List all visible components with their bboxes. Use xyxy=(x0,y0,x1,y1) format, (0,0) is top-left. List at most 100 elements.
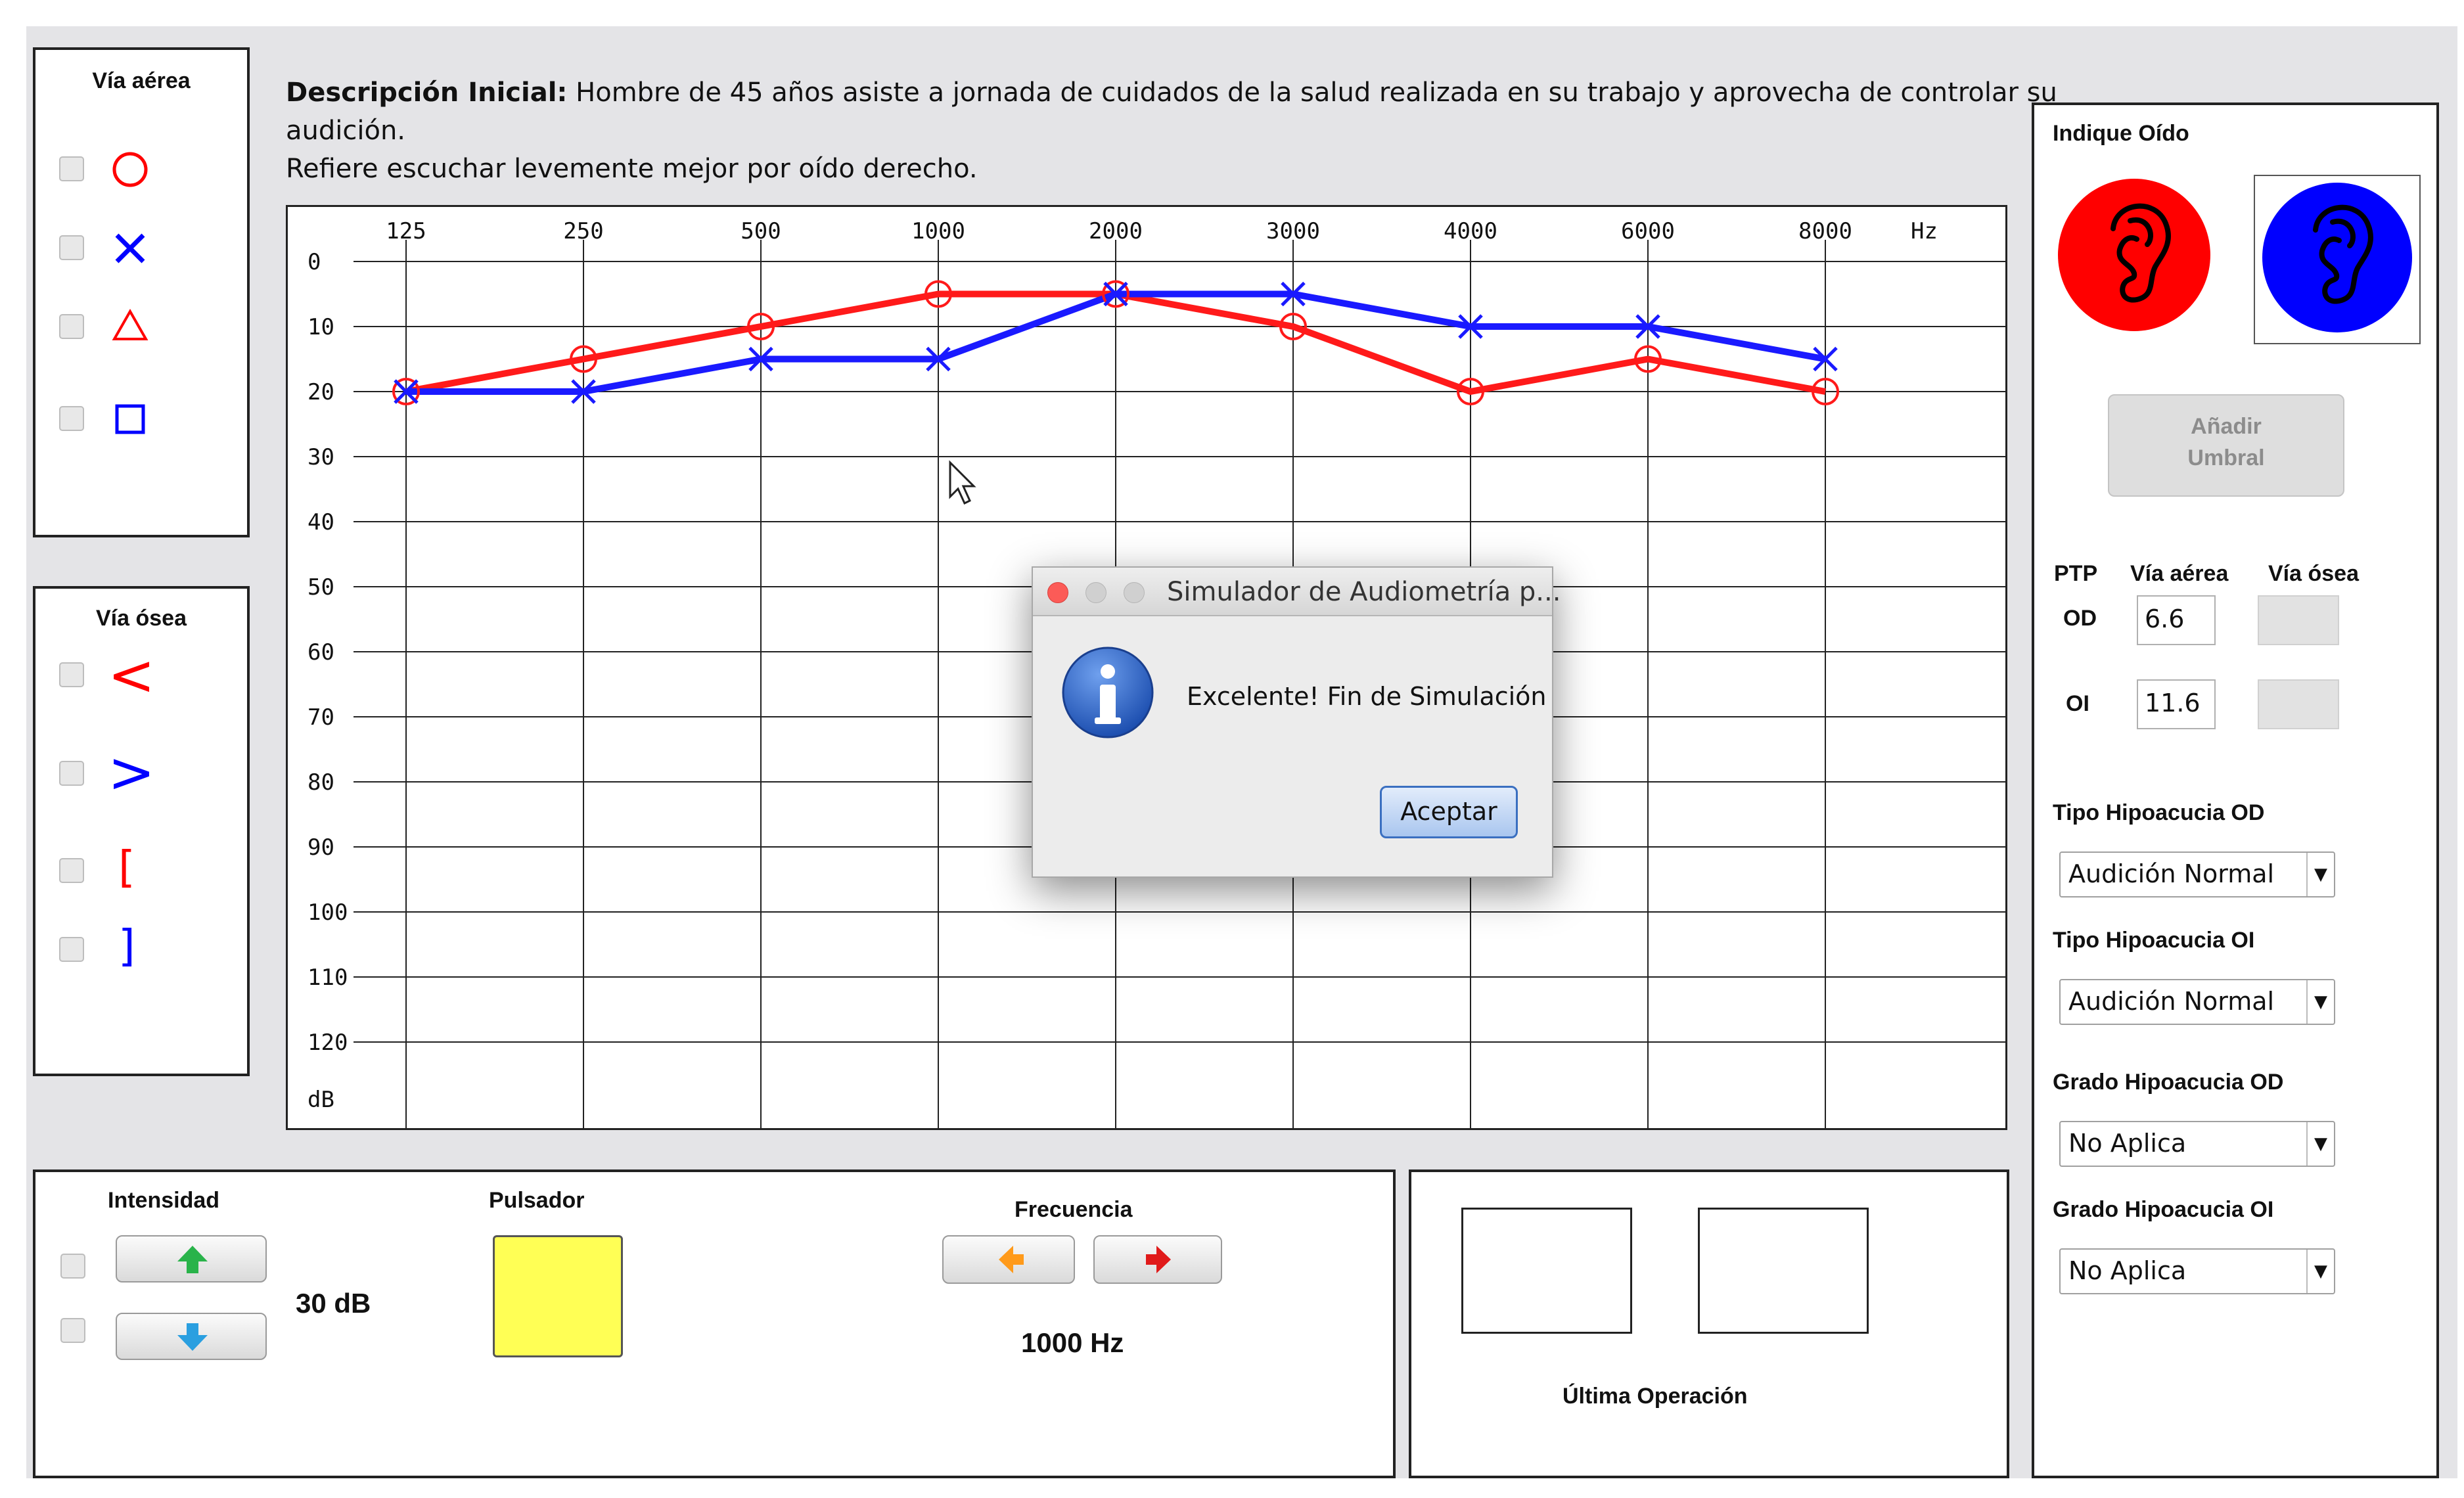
od-via-osea-field[interactable] xyxy=(2258,595,2339,645)
arrow-left-icon xyxy=(999,1246,1024,1273)
chevron-down-icon: ▼ xyxy=(2306,853,2334,896)
od-label: OD xyxy=(2063,606,2097,631)
via-aerea-title: Vía aérea xyxy=(92,68,191,93)
triangle-symbol-icon xyxy=(112,308,148,340)
x-symbol-icon xyxy=(115,233,145,263)
tipo-od-value: Audición Normal xyxy=(2068,859,2275,888)
frequency-value: 1000 Hz xyxy=(1021,1327,1124,1358)
freq-tick-label: 3000 xyxy=(1266,218,1320,244)
db-tick-label: 30 xyxy=(308,444,334,470)
last-op-box-1 xyxy=(1461,1208,1632,1334)
intensity-checkbox-up[interactable] xyxy=(60,1254,85,1279)
freq-tick-label: 125 xyxy=(386,218,426,244)
checkbox-x[interactable] xyxy=(59,235,84,260)
db-tick-label: 60 xyxy=(308,639,334,666)
tipo-od-label: Tipo Hipoacucia OD xyxy=(2053,800,2265,825)
checkbox-less-than[interactable] xyxy=(59,662,84,687)
dialog-ok-button[interactable]: Aceptar xyxy=(1380,786,1518,838)
db-tick-label: 100 xyxy=(308,899,348,926)
tipo-od-select[interactable]: Audición Normal ▼ xyxy=(2059,851,2335,897)
controls-panel: Intensidad 30 dB Pulsador Frecuencia 100… xyxy=(33,1169,1396,1478)
tipo-oi-select[interactable]: Audición Normal ▼ xyxy=(2059,979,2335,1025)
oi-via-aerea-field[interactable]: 11.6 xyxy=(2137,679,2216,729)
db-tick-label: 40 xyxy=(308,509,334,535)
grado-oi-select[interactable]: No Aplica ▼ xyxy=(2059,1248,2335,1294)
red-ear-icon xyxy=(2058,179,2210,331)
checkbox-right-bracket[interactable] xyxy=(59,937,84,962)
intensity-value: 30 dB xyxy=(296,1288,371,1319)
db-tick-label: 10 xyxy=(308,314,334,340)
description-label: Descripción Inicial: xyxy=(286,78,568,108)
freq-unit-label: Hz xyxy=(1911,218,1938,244)
db-tick-label: 20 xyxy=(308,379,334,405)
square-symbol-icon xyxy=(115,404,145,434)
chevron-down-icon: ▼ xyxy=(2306,1250,2334,1293)
last-op-title: Última Operación xyxy=(1563,1384,1748,1409)
arrow-up-icon xyxy=(177,1246,208,1273)
via-aerea-panel: Vía aérea xyxy=(33,47,250,537)
right-panel: Indique Oído Añadir Umbral PTP Vía aérea… xyxy=(2032,102,2439,1478)
freq-tick-label: 4000 xyxy=(1444,218,1497,244)
greater-than-symbol-icon: > xyxy=(108,740,156,806)
db-tick-label: 50 xyxy=(308,574,334,601)
checkbox-circle[interactable] xyxy=(59,156,84,181)
db-tick-label: 120 xyxy=(308,1030,348,1056)
tipo-oi-label: Tipo Hipoacucia OI xyxy=(2053,928,2255,953)
freq-tick-label: 250 xyxy=(563,218,603,244)
arrow-right-icon xyxy=(1146,1246,1171,1273)
tipo-oi-value: Audición Normal xyxy=(2068,987,2275,1016)
minimize-window-icon xyxy=(1085,582,1107,603)
circle-symbol-icon xyxy=(112,152,148,187)
intensity-checkbox-down[interactable] xyxy=(60,1318,85,1343)
close-window-icon[interactable] xyxy=(1047,582,1068,603)
intensity-down-button[interactable] xyxy=(116,1313,267,1360)
pulsador-button[interactable] xyxy=(493,1235,623,1357)
frequency-left-button[interactable] xyxy=(942,1235,1075,1284)
grado-od-value: No Aplica xyxy=(2068,1129,2187,1158)
last-operation-panel: Última Operación xyxy=(1409,1169,2009,1478)
oi-via-osea-field[interactable] xyxy=(2258,679,2339,729)
grado-oi-value: No Aplica xyxy=(2068,1256,2187,1285)
checkbox-greater-than[interactable] xyxy=(59,761,84,786)
right-ear-button[interactable] xyxy=(2057,177,2212,332)
frequency-right-button[interactable] xyxy=(1093,1235,1222,1284)
info-icon xyxy=(1062,647,1154,738)
freq-tick-label: 500 xyxy=(741,218,781,244)
checkbox-triangle[interactable] xyxy=(59,314,84,339)
add-threshold-label-1: Añadir xyxy=(2191,414,2262,439)
dialog-message: Excelente! Fin de Simulación xyxy=(1187,682,1547,711)
freq-tick-label: 8000 xyxy=(1798,218,1852,244)
freq-tick-label: 6000 xyxy=(1621,218,1675,244)
left-ear-button[interactable] xyxy=(2254,175,2421,344)
add-threshold-button[interactable]: Añadir Umbral xyxy=(2108,394,2344,497)
checkbox-left-bracket[interactable] xyxy=(59,858,84,883)
zoom-window-icon xyxy=(1124,582,1145,603)
od-via-aerea-field[interactable]: 6.6 xyxy=(2137,595,2216,645)
ptp-via-aerea-header: Vía aérea xyxy=(2130,561,2229,586)
frequency-title: Frecuencia xyxy=(1015,1197,1133,1222)
chevron-down-icon: ▼ xyxy=(2306,980,2334,1024)
right-bracket-symbol-icon: ] xyxy=(118,920,135,971)
intensity-title: Intensidad xyxy=(108,1188,220,1213)
grado-od-label: Grado Hipoacucia OD xyxy=(2053,1070,2284,1095)
db-tick-label: 80 xyxy=(308,769,334,796)
app-window: Vía aérea Vía ósea < > [ ] Descripción I… xyxy=(26,26,2457,1478)
oi-label: OI xyxy=(2066,691,2089,716)
last-op-box-2 xyxy=(1698,1208,1869,1334)
dialog-title: Simulador de Audiometría p... xyxy=(1167,577,1561,607)
ear-selection-title: Indique Oído xyxy=(2053,121,2189,146)
info-dialog: Simulador de Audiometría p... Excelente!… xyxy=(1032,566,1561,878)
arrow-down-icon xyxy=(177,1323,208,1351)
db-tick-label: 110 xyxy=(308,965,348,991)
via-osea-panel: Vía ósea < > [ ] xyxy=(33,586,250,1076)
dialog-ok-label: Aceptar xyxy=(1400,797,1497,826)
grado-od-select[interactable]: No Aplica ▼ xyxy=(2059,1121,2335,1167)
initial-description: Descripción Inicial: Hombre de 45 años a… xyxy=(286,74,2060,188)
freq-tick-label: 2000 xyxy=(1089,218,1143,244)
via-osea-title: Vía ósea xyxy=(96,606,187,631)
db-tick-label: 0 xyxy=(308,249,321,275)
blue-ear-icon xyxy=(2262,183,2412,332)
checkbox-square[interactable] xyxy=(59,406,84,431)
intensity-up-button[interactable] xyxy=(116,1235,267,1282)
db-tick-label: 70 xyxy=(308,704,334,731)
